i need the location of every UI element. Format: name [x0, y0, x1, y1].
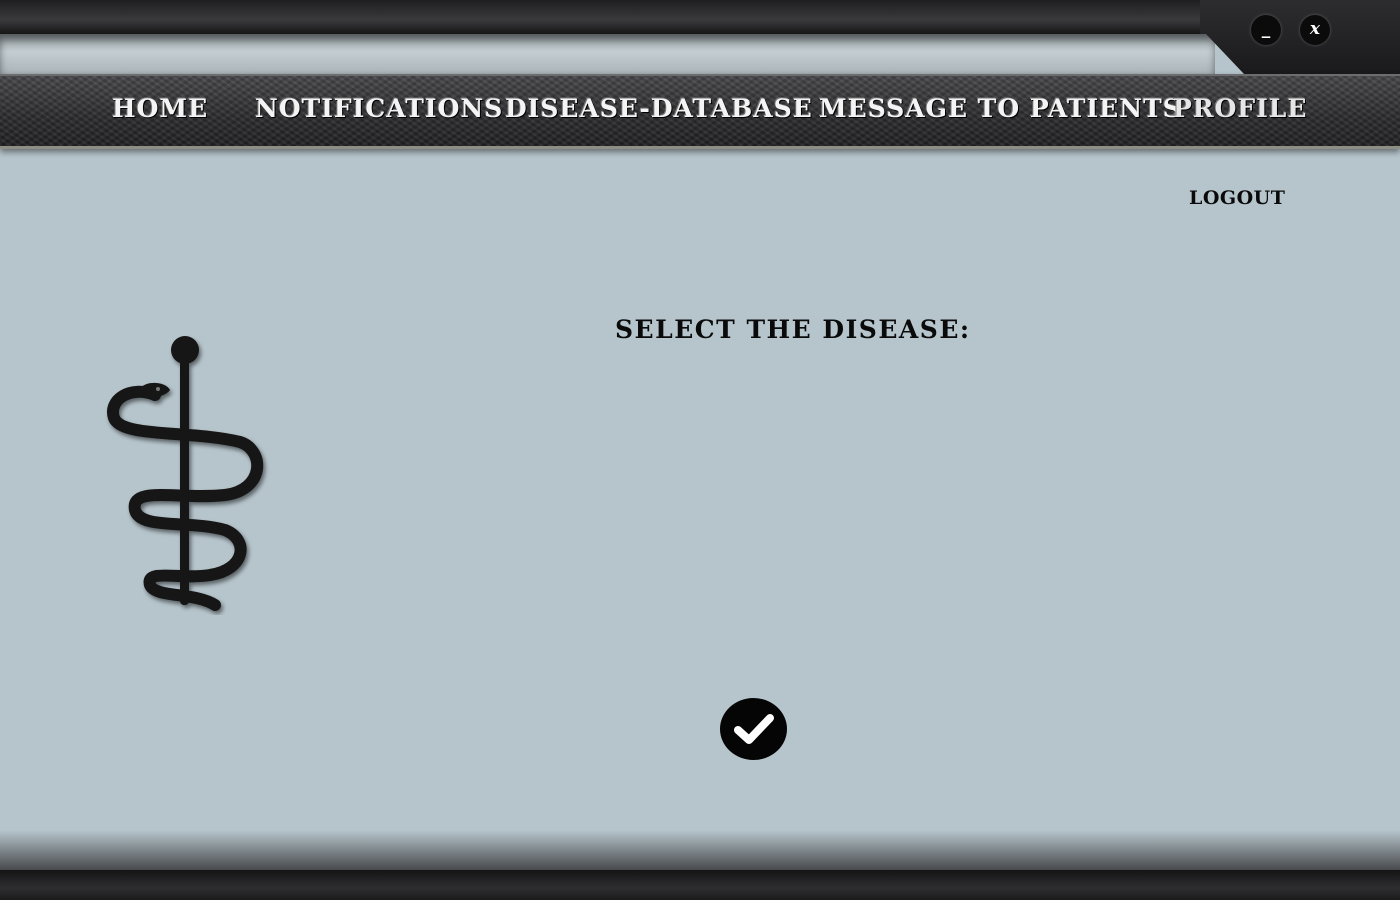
window-controls-panel	[1200, 0, 1400, 74]
minimize-button[interactable]: _	[1251, 15, 1281, 45]
title-bar	[0, 0, 1400, 36]
logout-link[interactable]: LOGOUT	[1189, 187, 1285, 209]
close-button[interactable]: x	[1300, 15, 1330, 45]
nav-item-message-to-patients[interactable]: MESSAGE TO PATIENTS	[819, 94, 1182, 123]
nav-item-disease-database[interactable]: DISEASE-DATABASE	[505, 94, 813, 123]
main-nav: HOME NOTIFICATIONS DISEASE-DATABASE MESS…	[0, 74, 1400, 149]
nav-item-home[interactable]: HOME	[112, 94, 208, 123]
nav-item-notifications[interactable]: NOTIFICATIONS	[255, 94, 503, 123]
page-title: SELECT THE DISEASE:	[615, 315, 971, 344]
rod-of-asclepius-icon	[100, 330, 270, 615]
nav-item-profile[interactable]: PROFILE	[1173, 94, 1307, 123]
checkmark-icon	[733, 714, 774, 744]
confirm-button[interactable]	[720, 698, 787, 760]
bottom-bar	[0, 870, 1400, 900]
title-bar-shelf	[0, 34, 1215, 74]
bottom-shadow	[0, 830, 1400, 875]
